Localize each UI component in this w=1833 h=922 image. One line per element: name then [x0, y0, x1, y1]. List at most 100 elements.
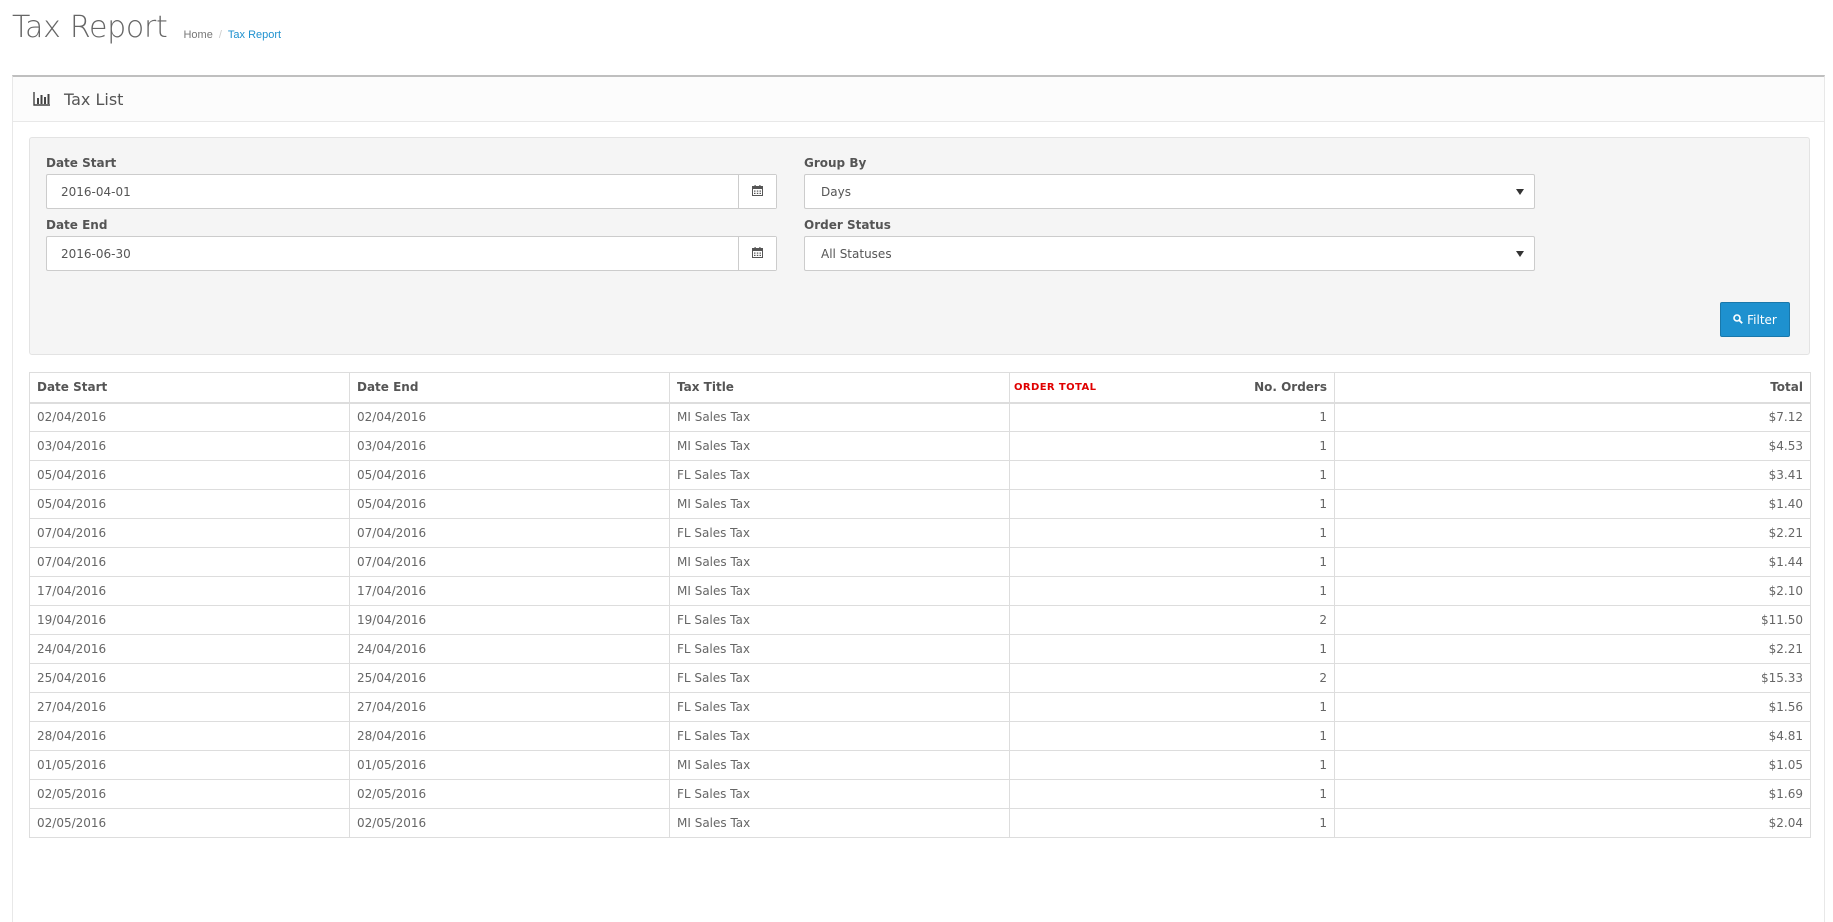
table-row: 05/04/2016 05/04/2016 MI Sales Tax 1 $1.40 [29, 489, 1811, 519]
table-row: 19/04/2016 19/04/2016 FL Sales Tax 2 $11.50 [29, 605, 1811, 635]
cell-date-start: 05/04/2016 [29, 489, 350, 519]
cell-no-orders: 1 [1009, 518, 1335, 548]
date-end-group: 2016-06-30 [46, 236, 777, 271]
caret-down-icon [1516, 250, 1524, 257]
date-end-label: Date End [46, 218, 108, 232]
order-status-select[interactable]: All Statuses [804, 236, 1535, 271]
cell-tax-title: FL Sales Tax [669, 692, 1010, 722]
cell-no-orders: 1 [1009, 402, 1335, 432]
cell-no-orders: 1 [1009, 721, 1335, 751]
cell-tax-title: FL Sales Tax [669, 663, 1010, 693]
cell-date-end: 03/04/2016 [349, 431, 670, 461]
search-icon [1733, 313, 1743, 327]
cell-date-start: 19/04/2016 [29, 605, 350, 635]
cell-total: $1.69 [1334, 779, 1811, 809]
cell-date-end: 27/04/2016 [349, 692, 670, 722]
panel-heading: Tax List [13, 77, 1824, 122]
column-header-date-start: Date Start [29, 372, 350, 404]
cell-date-start: 28/04/2016 [29, 721, 350, 751]
cell-date-start: 25/04/2016 [29, 663, 350, 693]
tax-report-table: Date Start Date End Tax Title ORDER TOTA… [29, 372, 1811, 838]
table-row: 17/04/2016 17/04/2016 MI Sales Tax 1 $2.10 [29, 576, 1811, 606]
cell-tax-title: MI Sales Tax [669, 402, 1010, 432]
cell-total: $2.10 [1334, 576, 1811, 606]
order-status-label: Order Status [804, 218, 891, 232]
breadcrumb-separator: / [218, 29, 222, 41]
cell-no-orders: 1 [1009, 489, 1335, 519]
cell-no-orders: 1 [1009, 808, 1335, 838]
cell-total: $4.81 [1334, 721, 1811, 751]
cell-no-orders: 1 [1009, 576, 1335, 606]
table-row: 28/04/2016 28/04/2016 FL Sales Tax 1 $4.81 [29, 721, 1811, 751]
cell-date-end: 02/05/2016 [349, 779, 670, 809]
breadcrumb: Home / Tax Report [183, 29, 281, 41]
breadcrumb-tax-report-link[interactable]: Tax Report [228, 29, 281, 41]
column-header-no-orders: ORDER TOTAL No. Orders [1009, 372, 1335, 404]
cell-total: $2.04 [1334, 808, 1811, 838]
table-row: 27/04/2016 27/04/2016 FL Sales Tax 1 $1.56 [29, 692, 1811, 722]
cell-date-end: 19/04/2016 [349, 605, 670, 635]
cell-date-end: 24/04/2016 [349, 634, 670, 664]
filter-form: Date Start 2016-04-01 Date End 2016-06-3… [29, 137, 1810, 355]
table-row: 01/05/2016 01/05/2016 MI Sales Tax 1 $1.05 [29, 750, 1811, 780]
column-header-no-orders-label: No. Orders [1254, 380, 1327, 395]
cell-date-start: 05/04/2016 [29, 460, 350, 490]
cell-tax-title: MI Sales Tax [669, 576, 1010, 606]
cell-no-orders: 1 [1009, 750, 1335, 780]
date-start-group: 2016-04-01 [46, 174, 777, 209]
table-row: 05/04/2016 05/04/2016 FL Sales Tax 1 $3.41 [29, 460, 1811, 490]
table-row: 07/04/2016 07/04/2016 MI Sales Tax 1 $1.44 [29, 547, 1811, 577]
column-header-tax-title: Tax Title [669, 372, 1010, 404]
table-row: 02/05/2016 02/05/2016 FL Sales Tax 1 $1.69 [29, 779, 1811, 809]
date-start-calendar-button[interactable] [738, 175, 776, 208]
cell-total: $2.21 [1334, 634, 1811, 664]
breadcrumb-home-link[interactable]: Home [183, 29, 212, 41]
cell-date-start: 03/04/2016 [29, 431, 350, 461]
cell-date-start: 02/05/2016 [29, 808, 350, 838]
cell-no-orders: 1 [1009, 692, 1335, 722]
cell-tax-title: MI Sales Tax [669, 547, 1010, 577]
page-title: Tax Report [12, 10, 168, 45]
table-row: 02/05/2016 02/05/2016 MI Sales Tax 1 $2.04 [29, 808, 1811, 838]
cell-tax-title: FL Sales Tax [669, 634, 1010, 664]
cell-date-end: 25/04/2016 [349, 663, 670, 693]
cell-date-end: 02/05/2016 [349, 808, 670, 838]
cell-tax-title: FL Sales Tax [669, 721, 1010, 751]
cell-date-end: 01/05/2016 [349, 750, 670, 780]
order-status-value: All Statuses [821, 246, 892, 261]
date-start-label: Date Start [46, 156, 117, 170]
cell-tax-title: MI Sales Tax [669, 431, 1010, 461]
cell-tax-title: FL Sales Tax [669, 460, 1010, 490]
table-row: 07/04/2016 07/04/2016 FL Sales Tax 1 $2.21 [29, 518, 1811, 548]
panel-title: Tax List [64, 89, 124, 109]
cell-date-start: 24/04/2016 [29, 634, 350, 664]
table-row: 24/04/2016 24/04/2016 FL Sales Tax 1 $2.21 [29, 634, 1811, 664]
cell-total: $1.05 [1334, 750, 1811, 780]
date-end-calendar-button[interactable] [738, 237, 776, 270]
cell-total: $11.50 [1334, 605, 1811, 635]
filter-button[interactable]: Filter [1720, 302, 1790, 337]
group-by-select[interactable]: Days [804, 174, 1535, 209]
cell-date-end: 05/04/2016 [349, 489, 670, 519]
cell-date-start: 02/05/2016 [29, 779, 350, 809]
cell-date-end: 07/04/2016 [349, 518, 670, 548]
date-end-input[interactable]: 2016-06-30 [47, 237, 738, 270]
cell-no-orders: 1 [1009, 634, 1335, 664]
tax-list-panel: Tax List Date Start 2016-04-01 Date End … [12, 75, 1825, 922]
filter-button-label: Filter [1747, 312, 1777, 327]
calendar-icon [752, 184, 763, 199]
cell-no-orders: 1 [1009, 460, 1335, 490]
group-by-label: Group By [804, 156, 867, 170]
order-total-annotation: ORDER TOTAL [1014, 382, 1097, 393]
cell-date-end: 28/04/2016 [349, 721, 670, 751]
cell-tax-title: MI Sales Tax [669, 808, 1010, 838]
table-header-row: Date Start Date End Tax Title ORDER TOTA… [29, 372, 1811, 404]
cell-date-end: 17/04/2016 [349, 576, 670, 606]
cell-date-start: 01/05/2016 [29, 750, 350, 780]
cell-date-end: 02/04/2016 [349, 402, 670, 432]
group-by-value: Days [821, 184, 851, 199]
table-row: 02/04/2016 02/04/2016 MI Sales Tax 1 $7.12 [29, 402, 1811, 432]
cell-total: $1.44 [1334, 547, 1811, 577]
cell-date-end: 05/04/2016 [349, 460, 670, 490]
date-start-input[interactable]: 2016-04-01 [47, 175, 738, 208]
